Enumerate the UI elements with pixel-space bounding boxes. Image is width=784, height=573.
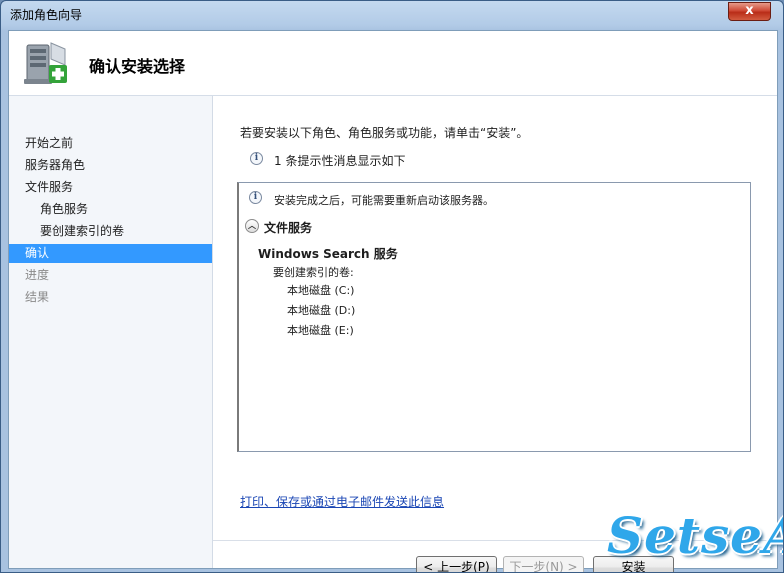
step-file-services[interactable]: 文件服务 (9, 178, 212, 197)
window-title: 添加角色向导 (10, 8, 83, 22)
step-before-you-begin[interactable]: 开始之前 (9, 134, 212, 153)
service-name: Windows Search 服务 (258, 247, 398, 261)
step-index-volumes[interactable]: 要创建索引的卷 (9, 222, 212, 241)
print-save-email-link[interactable]: 打印、保存或通过电子邮件发送此信息 (240, 493, 444, 510)
wizard-main-pane: 若要安装以下角色、角色服务或功能，请单击“安装”。 i 1 条提示性消息显示如下… (213, 96, 777, 572)
page-title: 确认安装选择 (89, 57, 186, 76)
wizard-header: 确认安装选择 (9, 31, 777, 96)
step-progress: 进度 (25, 268, 50, 282)
section-title: 文件服务 (264, 221, 313, 235)
volumes-label: 要创建索引的卷: (273, 266, 354, 279)
restart-note-text: 安装完成之后，可能需要重新启动该服务器。 (274, 194, 494, 207)
details-panel[interactable]: i 安装完成之后，可能需要重新启动该服务器。 ︿ 文件服务 Windows Se… (237, 182, 751, 452)
step-results: 结果 (25, 290, 50, 304)
wizard-client-area: 确认安装选择 开始之前 服务器角色 文件服务 角色服务 要创建索引的卷 确认 进… (8, 30, 778, 572)
wizard-steps-sidebar: 开始之前 服务器角色 文件服务 角色服务 要创建索引的卷 确认 进度 结果 (9, 96, 213, 568)
title-bar[interactable]: 添加角色向导 x (1, 1, 783, 27)
volume-item: 本地磁盘 (E:) (287, 324, 354, 337)
message-count-text: 1 条提示性消息显示如下 (274, 154, 406, 168)
volume-item: 本地磁盘 (D:) (287, 304, 356, 317)
close-button[interactable]: x (728, 2, 771, 21)
footer-divider (213, 540, 777, 541)
back-button[interactable]: < 上一步(P) (416, 556, 497, 572)
info-icon: i (249, 191, 262, 204)
info-icon: i (250, 152, 263, 165)
step-confirmation[interactable]: 确认 (9, 244, 212, 263)
install-button[interactable]: 安装 (593, 556, 674, 572)
step-role-services[interactable]: 角色服务 (9, 200, 212, 219)
collapse-icon[interactable]: ︿ (245, 219, 259, 233)
wizard-window: 添加角色向导 x 确认安装选择 开始之前 服务器角色 文件服务 角色服务 要创建… (0, 0, 784, 573)
volume-item: 本地磁盘 (C:) (287, 284, 355, 297)
instruction-text: 若要安装以下角色、角色服务或功能，请单击“安装”。 (240, 126, 529, 140)
step-server-roles[interactable]: 服务器角色 (9, 156, 212, 175)
server-add-icon (24, 42, 67, 84)
next-button: 下一步(N) > (503, 556, 584, 572)
